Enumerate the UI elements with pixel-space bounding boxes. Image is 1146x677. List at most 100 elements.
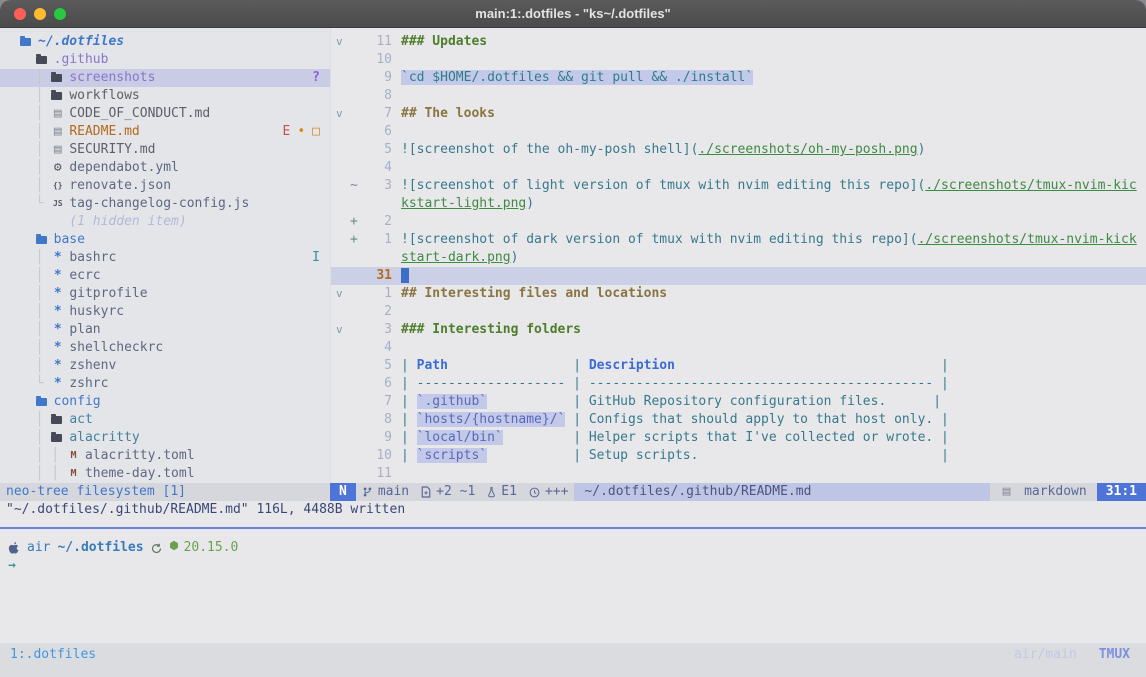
tmux-window-tab[interactable]: 1:.dotfiles (10, 646, 96, 677)
neotree-statusline: neo-tree filesystem [1] (0, 483, 330, 501)
titlebar: main:1:.dotfiles - "ks~/.dotfiles" (0, 0, 1146, 28)
neo-tree-panel[interactable]: ~/.dotfiles .github │ screenshots? │ wor… (0, 28, 330, 483)
tree-item-label: huskyrc (69, 303, 124, 321)
line-number: 4 (362, 339, 392, 357)
editor-line[interactable]: 9| `local/bin` | Helper scripts that I'v… (331, 429, 1146, 447)
editor-line[interactable]: kstart-light.png) (331, 195, 1146, 213)
tree-item-label: alacritty (69, 429, 139, 447)
fold-marker[interactable]: v (331, 33, 350, 51)
line-text: ![screenshot of dark version of tmux wit… (401, 231, 1137, 249)
tree-item-theme-day.toml[interactable]: │ │ Mtheme-day.toml (0, 465, 330, 483)
editor-line[interactable]: 4 (331, 339, 1146, 357)
tree-guide: │ (20, 357, 51, 375)
filetype-segment: ▤ markdown (990, 483, 1097, 501)
git-sign: + (350, 231, 362, 249)
tree-item-plan[interactable]: │ *plan (0, 321, 330, 339)
tree-item-tag-changelog-config.js[interactable]: └ JStag-changelog-config.js (0, 195, 330, 213)
tree-guide: └ (20, 375, 51, 393)
editor-line[interactable]: 7| `.github` | GitHub Repository configu… (331, 393, 1146, 411)
line-text: | `scripts` | Setup scripts. | (401, 447, 949, 465)
editor-line[interactable]: v7## The looks (331, 105, 1146, 123)
editor-line[interactable]: 5| Path | Description | (331, 357, 1146, 375)
editor-line[interactable]: +2 (331, 213, 1146, 231)
editor-line[interactable]: 10| `scripts` | Setup scripts. | (331, 447, 1146, 465)
braces-icon: {} (51, 177, 64, 195)
tree-item-huskyrc[interactable]: │ *huskyrc (0, 303, 330, 321)
tree-guide: │ (20, 123, 51, 141)
line-text: | `hosts/{hostname}/` | Configs that sho… (401, 411, 949, 429)
tree-item-label: zshrc (69, 375, 108, 393)
editor-line[interactable]: 11 (331, 465, 1146, 483)
tree-item-readme.md[interactable]: │ ▤README.mdE•□ (0, 123, 330, 141)
editor-line[interactable]: 6 (331, 123, 1146, 141)
command-line-message: "~/.dotfiles/.github/README.md" 116L, 44… (0, 501, 1146, 521)
git-diff-label: +2 ~1 (436, 483, 475, 501)
close-button[interactable] (14, 8, 26, 20)
tree-item--1-hidden-item-[interactable]: (1 hidden item) (0, 213, 330, 231)
line-number: 1 (362, 285, 392, 303)
tree-guide: │ (20, 339, 51, 357)
tree-item-gitprofile[interactable]: │ *gitprofile (0, 285, 330, 303)
folder-dark-icon (51, 92, 62, 100)
editor-line[interactable]: ~3![screenshot of light version of tmux … (331, 177, 1146, 195)
tree-guide: │ (20, 411, 51, 429)
editor-line[interactable]: v1 ## Interesting files and locations (331, 285, 1146, 303)
tree-item-alacritty[interactable]: │ alacritty (0, 429, 330, 447)
line-text: ## Interesting files and locations (401, 285, 667, 303)
tree-item-base[interactable]: base (0, 231, 330, 249)
line-number: 31 (362, 267, 392, 285)
editor-line[interactable]: 9`cd $HOME/.dotfiles && git pull && ./in… (331, 69, 1146, 87)
fold-marker[interactable]: v (331, 105, 350, 123)
text-cursor (401, 268, 409, 283)
editor-line[interactable]: start-dark.png) (331, 249, 1146, 267)
tree-item-zshrc[interactable]: └ *zshrc (0, 375, 330, 393)
editor-line[interactable]: 2 (331, 303, 1146, 321)
editor-pane[interactable]: v11### Updates109`cd $HOME/.dotfiles && … (330, 28, 1146, 483)
tree-item-security.md[interactable]: │ ▤SECURITY.md (0, 141, 330, 159)
tree-item-code-of-conduct.md[interactable]: │ ▤CODE_OF_CONDUCT.md (0, 105, 330, 123)
tree-item-renovate.json[interactable]: │ {}renovate.json (0, 177, 330, 195)
editor-line[interactable]: 8| `hosts/{hostname}/` | Configs that sh… (331, 411, 1146, 429)
tree-item-zshenv[interactable]: │ *zshenv (0, 357, 330, 375)
node-version: 20.15.0 (184, 539, 239, 557)
editor-line[interactable]: v11### Updates (331, 33, 1146, 51)
tree-item-workflows[interactable]: │ workflows (0, 87, 330, 105)
tree-item-bashrc[interactable]: │ *bashrcI (0, 249, 330, 267)
folder-dark-icon (51, 434, 62, 442)
tree-item-label: act (69, 411, 92, 429)
editor-line[interactable]: 10 (331, 51, 1146, 69)
editor-line[interactable]: 5![screenshot of the oh-my-posh shell](.… (331, 141, 1146, 159)
tree-guide: │ (20, 69, 51, 87)
prompt-path: ~/.dotfiles (57, 539, 143, 557)
fold-marker[interactable]: v (331, 285, 350, 303)
traffic-lights (14, 0, 66, 28)
tree-item-config[interactable]: config (0, 393, 330, 411)
git-diff-segment: +2 ~1 (415, 483, 481, 501)
zoom-button[interactable] (54, 8, 66, 20)
editor-line[interactable]: 4 (331, 159, 1146, 177)
tree-item-act[interactable]: │ act (0, 411, 330, 429)
tree-item-label: README.md (69, 123, 139, 141)
shell-pane[interactable]: air ~/.dotfiles 20.15.0 → (0, 529, 1146, 643)
tree-item--.dotfiles[interactable]: ~/.dotfiles (0, 33, 330, 51)
gear-icon: ⚙ (51, 159, 64, 177)
editor-line[interactable]: v3### Interesting folders (331, 321, 1146, 339)
minimize-button[interactable] (34, 8, 46, 20)
tree-item-label: gitprofile (69, 285, 147, 303)
tree-item-dependabot.yml[interactable]: │ ⚙dependabot.yml (0, 159, 330, 177)
editor-line[interactable]: 8 (331, 87, 1146, 105)
editor-line[interactable]: +1![screenshot of dark version of tmux w… (331, 231, 1146, 249)
tree-item-shellcheckrc[interactable]: │ *shellcheckrc (0, 339, 330, 357)
fold-marker[interactable]: v (331, 321, 350, 339)
editor-line[interactable]: 6| ------------------- | ---------------… (331, 375, 1146, 393)
tree-guide: │ (20, 177, 51, 195)
tree-item-ecrc[interactable]: │ *ecrc (0, 267, 330, 285)
tree-guide: │ (20, 87, 51, 105)
star-icon: * (51, 285, 64, 303)
tree-item-.github[interactable]: .github (0, 51, 330, 69)
tree-item-alacritty.toml[interactable]: │ │ Malacritty.toml (0, 447, 330, 465)
tree-guide: │ (20, 267, 51, 285)
editor-line[interactable]: 31 (331, 267, 1146, 285)
tree-item-label: config (54, 393, 101, 411)
tree-item-screenshots[interactable]: │ screenshots? (0, 69, 330, 87)
